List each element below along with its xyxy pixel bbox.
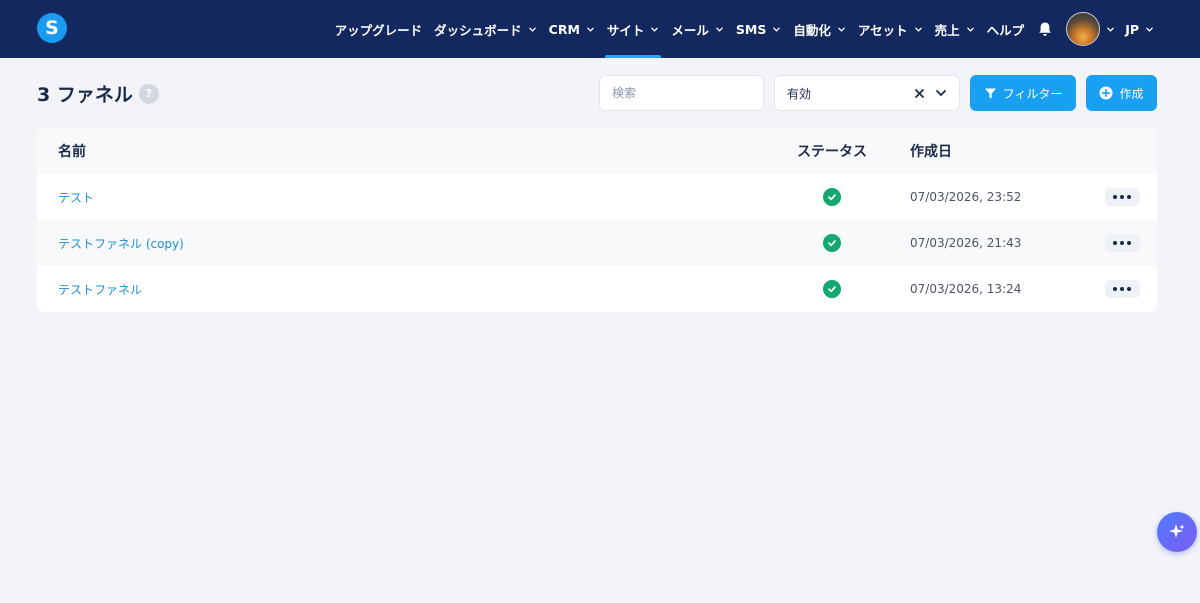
nav-item-sites[interactable]: サイト bbox=[601, 0, 666, 58]
clear-icon[interactable] bbox=[914, 88, 925, 99]
notifications-button[interactable] bbox=[1030, 0, 1060, 58]
filter-button[interactable]: フィルター bbox=[970, 75, 1076, 111]
filter-button-label: フィルター bbox=[1002, 86, 1063, 101]
funnel-name-link[interactable]: テスト bbox=[58, 191, 94, 205]
chevron-down-icon bbox=[651, 27, 659, 32]
nav-item-label: SMS bbox=[735, 21, 767, 37]
row-actions-button[interactable] bbox=[1104, 280, 1140, 298]
nav-item-label: アセット bbox=[857, 22, 908, 38]
search-input[interactable] bbox=[612, 86, 762, 100]
nav-item-automation[interactable]: 自動化 bbox=[787, 0, 852, 58]
nav-item-crm[interactable]: CRM bbox=[543, 0, 601, 58]
top-navigation-bar: S アップグレード ダッシュボード CRM サイト メール SMS 自動化 アセ… bbox=[0, 0, 1200, 58]
row-actions-button[interactable] bbox=[1104, 188, 1140, 206]
main-nav: アップグレード ダッシュボード CRM サイト メール SMS 自動化 アセット bbox=[329, 0, 1160, 58]
nav-item-assets[interactable]: アセット bbox=[852, 0, 929, 58]
chevron-down-icon bbox=[914, 27, 922, 32]
check-icon bbox=[828, 240, 836, 247]
language-selector[interactable]: JP bbox=[1119, 0, 1160, 58]
chevron-down-icon bbox=[1146, 27, 1153, 32]
nav-item-sales[interactable]: 売上 bbox=[929, 0, 981, 58]
chevron-down-icon bbox=[528, 27, 536, 32]
funnel-name-link[interactable]: テストファネル bbox=[58, 283, 142, 297]
app-logo[interactable]: S bbox=[37, 13, 67, 43]
check-icon bbox=[828, 194, 836, 201]
sparkle-icon bbox=[1169, 524, 1185, 538]
ai-assistant-button[interactable] bbox=[1157, 512, 1197, 552]
plus-circle-icon bbox=[1099, 86, 1113, 100]
nav-item-label: 自動化 bbox=[793, 22, 831, 38]
create-button[interactable]: 作成 bbox=[1086, 75, 1157, 111]
funnel-name-link[interactable]: テストファネル (copy) bbox=[58, 237, 184, 251]
bell-icon bbox=[1039, 22, 1051, 36]
chevron-down-icon bbox=[716, 27, 723, 32]
nav-item-dashboard[interactable]: ダッシュボード bbox=[428, 0, 543, 58]
page-title: 3 ファネル ? bbox=[37, 80, 159, 107]
table-row: テストファネル 07/03/2026, 13:24 bbox=[37, 266, 1157, 312]
created-date: 07/03/2026, 21:43 bbox=[910, 236, 1022, 250]
nav-item-upgrade[interactable]: アップグレード bbox=[329, 0, 429, 58]
chevron-down-icon bbox=[838, 27, 845, 32]
user-menu[interactable] bbox=[1060, 0, 1119, 58]
row-actions-button[interactable] bbox=[1104, 234, 1140, 252]
nav-item-sms[interactable]: SMS bbox=[730, 0, 787, 58]
status-active-icon bbox=[823, 234, 841, 252]
table-header: 名前 ステータス 作成日 bbox=[37, 128, 1157, 174]
nav-item-label: CRM bbox=[548, 21, 580, 37]
search-box bbox=[599, 75, 764, 111]
nav-item-label: ヘルプ bbox=[986, 22, 1025, 38]
avatar bbox=[1066, 12, 1101, 46]
help-icon[interactable]: ? bbox=[138, 83, 159, 104]
nav-item-label: ダッシュボード bbox=[434, 22, 522, 38]
nav-item-email[interactable]: メール bbox=[665, 0, 730, 58]
status-filter-select[interactable]: 有効 bbox=[774, 75, 960, 111]
nav-item-label: 売上 bbox=[934, 22, 960, 38]
chevron-down-icon bbox=[1107, 27, 1115, 32]
column-header-status[interactable]: ステータス bbox=[767, 141, 897, 161]
status-active-icon bbox=[823, 188, 841, 206]
filter-icon bbox=[984, 88, 996, 98]
column-header-name[interactable]: 名前 bbox=[37, 141, 767, 161]
table-row: テスト 07/03/2026, 23:52 bbox=[37, 174, 1157, 220]
created-date: 07/03/2026, 13:24 bbox=[910, 282, 1022, 296]
nav-item-label: メール bbox=[671, 22, 709, 38]
created-date: 07/03/2026, 23:52 bbox=[910, 190, 1022, 204]
status-filter-value: 有効 bbox=[787, 86, 812, 101]
chevron-down-icon bbox=[936, 90, 946, 96]
status-active-icon bbox=[823, 280, 841, 298]
nav-item-label: サイト bbox=[606, 22, 645, 38]
chevron-down-icon bbox=[587, 27, 594, 32]
nav-item-label: アップグレード bbox=[334, 22, 423, 38]
table-row: テストファネル (copy) 07/03/2026, 21:43 bbox=[37, 220, 1157, 266]
page-title-text: 3 ファネル bbox=[37, 84, 133, 106]
column-header-created[interactable]: 作成日 bbox=[897, 141, 1087, 161]
chevron-down-icon bbox=[773, 27, 781, 32]
nav-item-help[interactable]: ヘルプ bbox=[981, 0, 1031, 58]
funnel-table: 名前 ステータス 作成日 テスト 07/03/2026, 23:52 テストファ… bbox=[37, 128, 1157, 312]
create-button-label: 作成 bbox=[1119, 86, 1144, 101]
check-icon bbox=[828, 286, 836, 293]
chevron-down-icon bbox=[966, 27, 974, 32]
language-label: JP bbox=[1125, 21, 1139, 37]
